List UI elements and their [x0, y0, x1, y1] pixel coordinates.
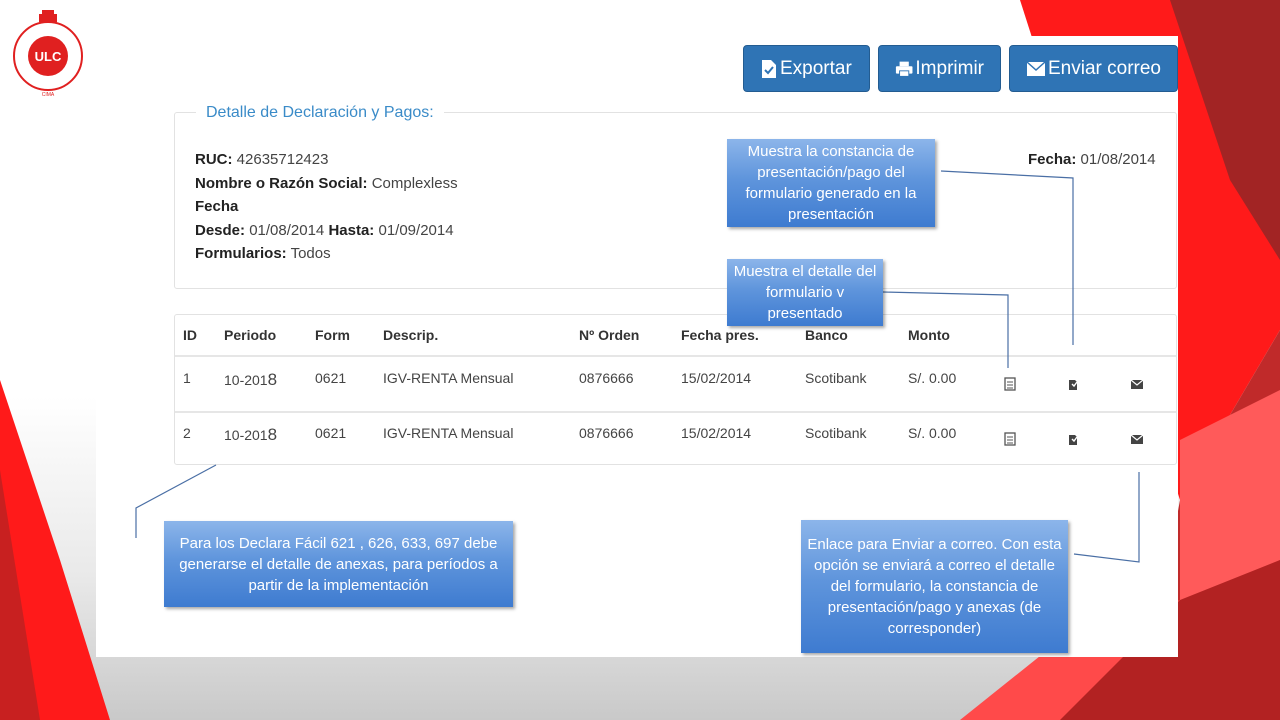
logo-text: ULC — [35, 49, 62, 64]
row-descrip: IGV-RENTA Mensual — [383, 370, 514, 386]
print-label: Imprimir — [915, 57, 984, 79]
toolbar: Exportar Imprimir Enviar correo — [743, 45, 1178, 92]
header-descrip: Descrip. — [383, 327, 439, 343]
row-fecha: 15/02/2014 — [681, 370, 752, 386]
formularios-line: Formularios: Todos — [195, 245, 331, 262]
row-orden: 0876666 — [579, 370, 634, 386]
fecha-heading: Fecha — [195, 198, 239, 215]
row-monto: S/. 0.00 — [908, 425, 957, 441]
document-icon — [762, 59, 776, 78]
detail-icon[interactable] — [1003, 432, 1017, 446]
fecha-value: 01/08/2014 — [1080, 151, 1156, 168]
desde-label: Desde: — [195, 222, 246, 239]
header-periodo: Periodo — [224, 327, 277, 343]
detail-legend: Detalle de Declaración y Pagos: — [196, 104, 444, 122]
declarations-table: ID Periodo Form Descrip. Nº Orden Fecha … — [174, 314, 1177, 465]
fecha-label: Fecha: — [1028, 151, 1077, 168]
row-monto: S/. 0.00 — [908, 370, 957, 386]
range-line: Desde: 01/08/2014 Hasta: 01/09/2014 — [195, 222, 454, 239]
envelope-icon — [1026, 60, 1046, 76]
row-form: 0621 — [315, 370, 347, 386]
header-monto: Monto — [908, 327, 950, 343]
fecha-line: Fecha: 01/08/2014 — [1028, 151, 1156, 168]
printer-icon — [895, 61, 913, 77]
hasta-label: Hasta: — [328, 222, 375, 239]
header-fecha: Fecha pres. — [681, 327, 759, 343]
detail-fieldset — [174, 112, 1177, 289]
hasta-value: 01/09/2014 — [378, 222, 454, 239]
callout-detalle: Muestra el detalle del formulario v pres… — [727, 259, 883, 326]
envelope-icon[interactable] — [1130, 432, 1144, 446]
table-header: ID Periodo Form Descrip. Nº Orden Fecha … — [175, 315, 1176, 357]
fecha-heading-line: Fecha — [195, 198, 238, 215]
name-value: Complexless — [371, 175, 458, 192]
ruc-label: RUC: — [195, 151, 233, 168]
callout-anexas: Para los Declara Fácil 621 , 626, 633, 6… — [164, 521, 513, 607]
university-logo: ULC CIMA — [13, 10, 83, 98]
table-row: 2 10-2018 0621 IGV-RENTA Mensual 0876666… — [175, 412, 1176, 466]
row-id: 2 — [183, 425, 191, 441]
row-banco: Scotibank — [805, 370, 867, 386]
row-periodo-suffix: 8 — [267, 425, 278, 444]
send-email-label: Enviar correo — [1048, 57, 1161, 79]
row-orden: 0876666 — [579, 425, 634, 441]
row-descrip: IGV-RENTA Mensual — [383, 425, 514, 441]
envelope-icon[interactable] — [1130, 377, 1144, 391]
detail-icon[interactable] — [1003, 377, 1017, 391]
row-id: 1 — [183, 370, 191, 386]
receipt-icon[interactable] — [1066, 377, 1080, 391]
ruc-line: RUC: 42635712423 — [195, 151, 328, 168]
header-banco: Banco — [805, 327, 848, 343]
formularios-value: Todos — [290, 245, 331, 262]
export-label: Exportar — [780, 57, 852, 79]
export-button[interactable]: Exportar — [743, 45, 870, 92]
receipt-icon[interactable] — [1066, 432, 1080, 446]
table-row: 1 10-2018 0621 IGV-RENTA Mensual 0876666… — [175, 357, 1176, 413]
print-button[interactable]: Imprimir — [878, 45, 1001, 92]
logo-subtext: CIMA — [42, 92, 55, 98]
send-email-button[interactable]: Enviar correo — [1009, 45, 1178, 92]
row-banco: Scotibank — [805, 425, 867, 441]
header-id: ID — [183, 327, 197, 343]
formularios-label: Formularios: — [195, 245, 287, 262]
name-label: Nombre o Razón Social: — [195, 175, 368, 192]
row-periodo: 10-2018 — [224, 425, 277, 445]
name-line: Nombre o Razón Social: Complexless — [195, 175, 458, 192]
row-periodo-text: 10-201 — [224, 427, 268, 443]
ruc-value: 42635712423 — [236, 151, 329, 168]
row-fecha: 15/02/2014 — [681, 425, 752, 441]
header-form: Form — [315, 327, 350, 343]
row-periodo-suffix: 8 — [267, 370, 278, 389]
desde-value: 01/08/2014 — [249, 222, 325, 239]
callout-correo: Enlace para Enviar a correo. Con esta op… — [801, 520, 1068, 653]
row-periodo-text: 10-201 — [224, 372, 268, 388]
row-form: 0621 — [315, 425, 347, 441]
header-orden: Nº Orden — [579, 327, 640, 343]
callout-constancia: Muestra la constancia de presentación/pa… — [727, 139, 935, 227]
row-periodo: 10-2018 — [224, 370, 277, 390]
